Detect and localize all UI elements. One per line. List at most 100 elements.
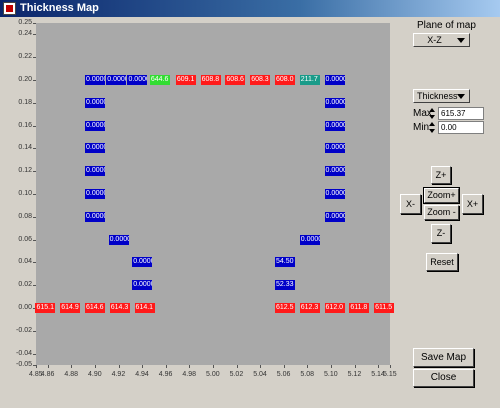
y-tick-label: 0.14 (18, 144, 32, 152)
y-tick-label: 0.24 (18, 30, 32, 38)
x-tick-mark (331, 365, 332, 368)
map-cell: 52.33 (274, 280, 295, 291)
map-cell: 0.0000 (127, 75, 148, 85)
map-cell: 612.0 (324, 303, 345, 313)
map-cell: 0.0000 (108, 234, 129, 245)
map-cell: 614.6 (85, 303, 105, 313)
map-cell: 0.0000 (299, 234, 320, 245)
x-tick-mark (71, 365, 73, 368)
z-minus-button[interactable]: Z- (431, 224, 451, 243)
map-cell: 609.1 (175, 75, 196, 85)
y-tick-label: 0.16 (18, 121, 32, 129)
spin-down-icon[interactable] (429, 129, 435, 133)
max-input[interactable]: 615.37 (438, 107, 484, 120)
max-spinner-arrows[interactable] (428, 107, 436, 120)
x-tick-mark (283, 365, 285, 368)
x-tick-label: 5.12 (347, 371, 362, 378)
quantity-select-value: Thickness (417, 91, 458, 101)
spin-down-icon[interactable] (429, 115, 435, 119)
x-tick-label: 5.06 (276, 371, 291, 378)
app-icon (3, 2, 16, 15)
x-tick-label: 4.90 (88, 371, 102, 378)
z-plus-button[interactable]: Z+ (431, 166, 451, 184)
min-spinner[interactable]: 0.00 (428, 121, 488, 134)
y-tick-label: -0.04 (16, 349, 32, 357)
y-tick-label: 0.10 (18, 190, 32, 197)
x-tick-mark (236, 365, 238, 368)
map-cell: 0.0000 (106, 75, 127, 85)
map-cell: 54.50 (274, 257, 295, 268)
x-tick-label: 4.92 (111, 371, 126, 378)
window-title: Thickness Map (20, 2, 99, 14)
map-cell: 0.0000 (324, 189, 345, 199)
x-tick-mark (95, 365, 96, 368)
x-tick-mark (118, 365, 120, 368)
y-tick-label: -0.05 (16, 361, 32, 368)
map-cell: 0.0000 (85, 120, 105, 131)
y-tick-label: 0.02 (18, 281, 32, 289)
zoom-out-button[interactable]: Zoom - (424, 205, 459, 220)
min-input[interactable]: 0.00 (438, 121, 484, 134)
y-tick-label: 0.08 (18, 212, 32, 220)
map-cell: 0.0000 (85, 97, 105, 108)
x-tick-label: 4.96 (158, 371, 173, 378)
x-tick-mark (390, 365, 391, 368)
plane-select[interactable]: X-Z (413, 33, 470, 47)
y-tick-label: 0.22 (18, 53, 32, 61)
map-cell: 611.5 (374, 303, 395, 313)
x-tick-label: 4.88 (64, 371, 79, 378)
title-bar: Thickness Map (0, 0, 500, 17)
map-cell: 612.3 (299, 303, 320, 313)
quantity-select[interactable]: Thickness (413, 89, 470, 103)
y-tick-label: 0.18 (18, 98, 32, 106)
x-tick-label: 5.08 (300, 371, 315, 378)
map-cell: 0.0000 (324, 166, 345, 177)
spin-up-icon[interactable] (429, 122, 435, 126)
map-cell: 0.0000 (132, 257, 153, 268)
map-cell: 608.0 (274, 75, 295, 85)
zoom-in-button[interactable]: Zoom+ (423, 187, 460, 204)
map-cell: 0.0000 (324, 97, 345, 108)
x-tick-mark (213, 365, 214, 368)
map-cell: 0.0000 (85, 189, 105, 199)
x-tick-label: 4.86 (40, 371, 55, 378)
map-cell: 644.6 (149, 75, 170, 85)
map-cell: 608.6 (225, 75, 246, 85)
thickness-map-plot[interactable]: 0.00000.00000.0000644.6609.1608.8608.660… (35, 23, 395, 365)
x-tick-mark (142, 365, 144, 368)
y-tick-label: 0.25 (18, 19, 32, 26)
x-tick-label: 5.02 (229, 371, 244, 378)
x-minus-button[interactable]: X- (400, 194, 421, 214)
map-cell: 614.1 (134, 303, 155, 313)
map-cell: 0.0000 (324, 211, 345, 222)
x-tick-mark (354, 365, 356, 368)
plane-of-map-label: Plane of map (417, 20, 476, 31)
map-cell: 0.0000 (324, 143, 345, 154)
x-tick-mark (378, 365, 380, 368)
y-tick-label: 0.06 (18, 235, 32, 243)
x-plus-button[interactable]: X+ (462, 194, 483, 214)
map-cell: 0.0000 (132, 280, 153, 291)
chevron-down-icon (457, 38, 465, 43)
x-tick-label: 5.10 (324, 371, 338, 378)
map-cell: 0.0000 (85, 143, 105, 154)
reset-button[interactable]: Reset (426, 253, 458, 271)
map-cell: 608.3 (250, 75, 271, 85)
x-tick-label: 5.00 (206, 371, 220, 378)
x-tick-mark (165, 365, 167, 368)
spin-up-icon[interactable] (429, 108, 435, 112)
chevron-down-icon (457, 94, 465, 99)
plane-select-value: X-Z (427, 35, 442, 45)
max-spinner[interactable]: 615.37 (428, 107, 488, 120)
map-cell: 611.8 (349, 303, 370, 313)
min-spinner-arrows[interactable] (428, 121, 436, 134)
save-map-button[interactable]: Save Map (413, 348, 474, 367)
map-cell: 615.1 (35, 303, 56, 313)
x-tick-mark (260, 365, 262, 368)
x-tick-label: 5.15 (383, 371, 397, 378)
x-tick-label: 4.94 (135, 371, 149, 378)
y-tick-label: 0.00 (18, 304, 32, 311)
y-tick-label: 0.12 (18, 167, 32, 175)
map-cell: 0.0000 (324, 75, 345, 85)
close-button[interactable]: Close (413, 369, 474, 387)
